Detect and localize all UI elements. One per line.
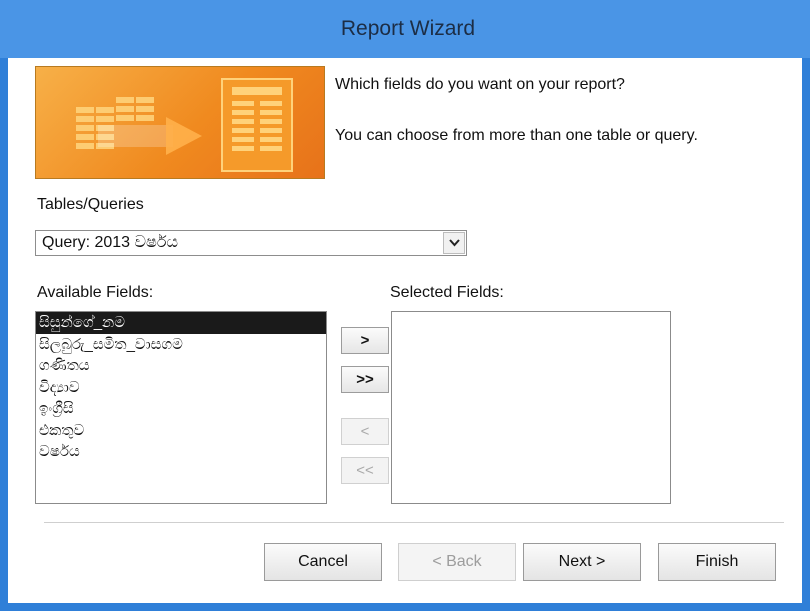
tables-queries-value: Query: 2013 වර්ෂය — [42, 234, 179, 251]
selected-fields-label: Selected Fields: — [390, 284, 504, 301]
add-field-button[interactable]: > — [341, 327, 389, 354]
back-button[interactable]: < Back — [398, 543, 516, 581]
list-item[interactable]: ඉංග්‍රීසි — [36, 398, 326, 420]
remove-all-fields-button[interactable]: << — [341, 457, 389, 484]
list-item[interactable]: වර්ෂය — [36, 441, 326, 463]
title-bar: Report Wizard — [0, 0, 810, 58]
selected-fields-list[interactable] — [391, 311, 671, 504]
wizard-hint: You can choose from more than one table … — [335, 127, 698, 144]
list-item[interactable]: විද්‍යාව — [36, 377, 326, 399]
available-fields-list[interactable]: සිසුන්ගේ_නම සිලබුරු_සමිත_වාසගම ගණිතය විද… — [35, 311, 327, 504]
tables-queries-label: Tables/Queries — [37, 196, 144, 213]
remove-field-button[interactable]: < — [341, 418, 389, 445]
add-all-fields-button[interactable]: >> — [341, 366, 389, 393]
list-item[interactable]: සිලබුරු_සමිත_වාසගම — [36, 334, 326, 356]
list-item[interactable]: ගණිතය — [36, 355, 326, 377]
available-fields-label: Available Fields: — [37, 284, 154, 301]
list-item[interactable]: එකතුව — [36, 420, 326, 442]
finish-button[interactable]: Finish — [658, 543, 776, 581]
window-title: Report Wizard — [340, 17, 476, 40]
table-to-report-illustration — [76, 78, 293, 172]
next-button[interactable]: Next > — [523, 543, 641, 581]
report-wizard-window: Report Wizard Which fields do you want o… — [0, 0, 810, 611]
tables-queries-dropdown[interactable]: Query: 2013 වර්ෂය — [35, 230, 467, 256]
separator — [44, 522, 784, 523]
list-item[interactable]: සිසුන්ගේ_නම — [36, 312, 326, 334]
wizard-banner-image — [35, 66, 325, 179]
wizard-question: Which fields do you want on your report? — [335, 76, 625, 93]
cancel-button[interactable]: Cancel — [264, 543, 382, 581]
chevron-down-icon[interactable] — [443, 232, 465, 254]
